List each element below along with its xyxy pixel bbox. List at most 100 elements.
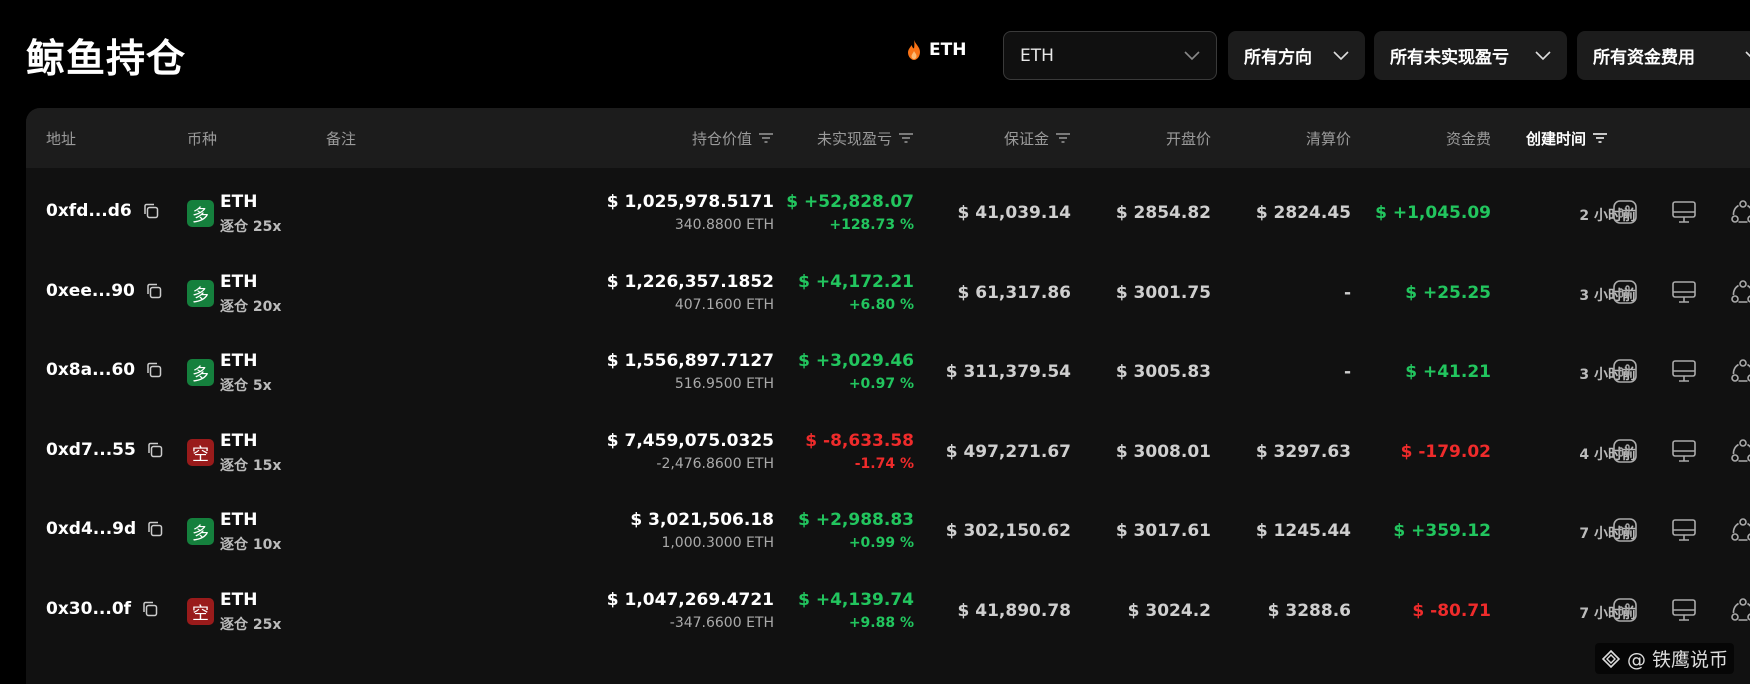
monitor-icon[interactable] [1670,357,1698,385]
page-title: 鲸鱼持仓 [26,37,187,82]
chart-icon[interactable] [1611,357,1639,385]
table-row[interactable]: 0x30...0f 空 ETH 逐仓 25x $ 1,047,269.4721 -347.… [26,566,1750,655]
address-text: 0x30...0f [46,598,132,619]
address-cell[interactable]: 0x30...0f [46,599,159,619]
share-nodes-icon[interactable] [1729,357,1750,385]
side-badge: 多 [187,200,214,227]
position-size: -2,476.8600 ETH [656,455,774,472]
funding-fee-filter-label: 所有资金费用 [1593,48,1695,68]
position-value: $ 1,047,269.4721 [606,589,774,610]
address-cell[interactable]: 0x8a...60 [46,360,163,380]
unrealized-pnl: $ +2,988.83 [798,510,914,530]
table-row[interactable]: 0x8a...60 多 ETH 逐仓 5x $ 1,556,897.7127 516.95… [26,327,1750,416]
header-created-time[interactable]: 创建时间 [1526,108,1608,168]
coin-tag[interactable]: ETH [907,40,966,60]
leverage: 逐仓 10x [220,537,282,553]
share-nodes-icon[interactable] [1729,437,1750,465]
margin: $ 311,379.54 [945,362,1071,382]
diamond-logo-icon [1601,649,1621,668]
chevron-down-icon [1333,50,1349,60]
header-position-value-label: 持仓价值 [691,129,752,148]
open-price: $ 3008.01 [1115,441,1211,462]
unrealized-pnl-percent: -1.74 % [854,455,914,472]
copy-icon[interactable] [146,520,164,538]
monitor-icon[interactable] [1670,198,1698,226]
liq-price: $ 3297.63 [1255,441,1351,462]
address-text: 0xd7...55 [46,439,136,460]
side-badge: 空 [187,438,214,466]
margin: $ 41,890.78 [957,600,1071,621]
share-nodes-icon[interactable] [1729,198,1750,226]
position-size: 516.9500 ETH [674,376,774,392]
chart-icon[interactable] [1611,596,1639,624]
leverage: 逐仓 5x [220,378,272,394]
symbol: ETH [220,192,258,212]
unrealized-pnl: $ +4,172.21 [798,271,914,292]
flame-icon [908,40,920,60]
sort-icon [759,133,773,143]
copy-icon[interactable] [142,202,160,220]
address-cell[interactable]: 0xd7...55 [46,440,164,460]
sort-icon [1593,133,1608,143]
copy-icon[interactable] [141,600,159,618]
unrealized-pnl-percent: +0.97 % [848,376,914,392]
open-price: $ 2854.82 [1115,203,1211,223]
monitor-icon[interactable] [1670,437,1698,465]
table-header: 地址 币种 备注 持仓价值 未实现盈亏 保证金 开盘价 清算价 资金费 创建时间 [26,108,1750,168]
header-unrealized-pnl[interactable]: 未实现盈亏 [817,108,914,168]
liq-price: - [1343,282,1351,303]
unrealized-pnl: $ +3,029.46 [798,351,914,371]
margin: $ 61,317.86 [957,282,1071,303]
share-nodes-icon[interactable] [1729,516,1750,544]
copy-icon[interactable] [146,441,164,459]
open-price: $ 3001.75 [1115,282,1211,303]
monitor-icon[interactable] [1670,278,1698,306]
funding-fee: $ -179.02 [1400,441,1491,462]
table-row[interactable]: 0xee...90 多 ETH 逐仓 20x $ 1,226,357.1852 407.1… [26,248,1750,337]
coin-select-value: ETH [1020,45,1054,66]
side-badge: 空 [187,597,214,625]
address-text: 0xee...90 [46,280,135,301]
leverage: 逐仓 20x [220,298,282,315]
header-margin[interactable]: 保证金 [1004,108,1071,168]
unrealized-pnl-filter[interactable]: 所有未实现盈亏 [1374,31,1567,80]
chart-icon[interactable] [1611,516,1639,544]
share-nodes-icon[interactable] [1729,596,1750,624]
direction-filter[interactable]: 所有方向 [1228,31,1365,80]
coin-select[interactable]: ETH [1003,31,1217,80]
margin: $ 497,271.67 [945,441,1071,462]
address-cell[interactable]: 0xfd...d6 [46,201,160,221]
chart-icon[interactable] [1611,437,1639,465]
unrealized-pnl: $ +4,139.74 [798,589,914,610]
funding-fee: $ +25.25 [1405,282,1491,303]
liq-price: $ 2824.45 [1255,203,1351,223]
watermark: @ 铁鹰说币 [1595,643,1735,674]
position-size: 1,000.3000 ETH [661,535,774,551]
position-value: $ 3,021,506.18 [630,510,774,530]
table-row[interactable]: 0xd4...9d 多 ETH 逐仓 10x $ 3,021,506.18 1,000.3… [26,486,1750,575]
monitor-icon[interactable] [1670,596,1698,624]
unrealized-pnl-filter-label: 所有未实现盈亏 [1390,48,1509,68]
open-price: $ 3005.83 [1115,362,1211,382]
address-cell[interactable]: 0xd4...9d [46,519,164,539]
copy-icon[interactable] [145,361,163,379]
chevron-down-icon [1184,50,1200,60]
monitor-icon[interactable] [1670,516,1698,544]
open-price: $ 3017.61 [1115,521,1211,541]
copy-icon[interactable] [145,282,163,300]
position-size: 407.1600 ETH [674,296,774,313]
direction-filter-label: 所有方向 [1244,48,1312,68]
address-text: 0xfd...d6 [46,201,132,221]
table-row[interactable]: 0xfd...d6 多 ETH 逐仓 25x $ 1,025,978.5171 340.8… [26,168,1750,257]
chart-icon[interactable] [1611,198,1639,226]
funding-fee-filter[interactable]: 所有资金费用 [1577,31,1750,80]
address-text: 0x8a...60 [46,360,136,380]
side-badge: 多 [187,359,214,386]
chart-icon[interactable] [1611,278,1639,306]
funding-fee: $ +359.12 [1393,521,1491,541]
header-position-value[interactable]: 持仓价值 [692,108,774,168]
table-row[interactable]: 0xd7...55 空 ETH 逐仓 15x $ 7,459,075.0325 -2,47… [26,407,1750,496]
address-cell[interactable]: 0xee...90 [46,281,163,301]
share-nodes-icon[interactable] [1729,278,1750,306]
leverage: 逐仓 25x [220,219,282,235]
